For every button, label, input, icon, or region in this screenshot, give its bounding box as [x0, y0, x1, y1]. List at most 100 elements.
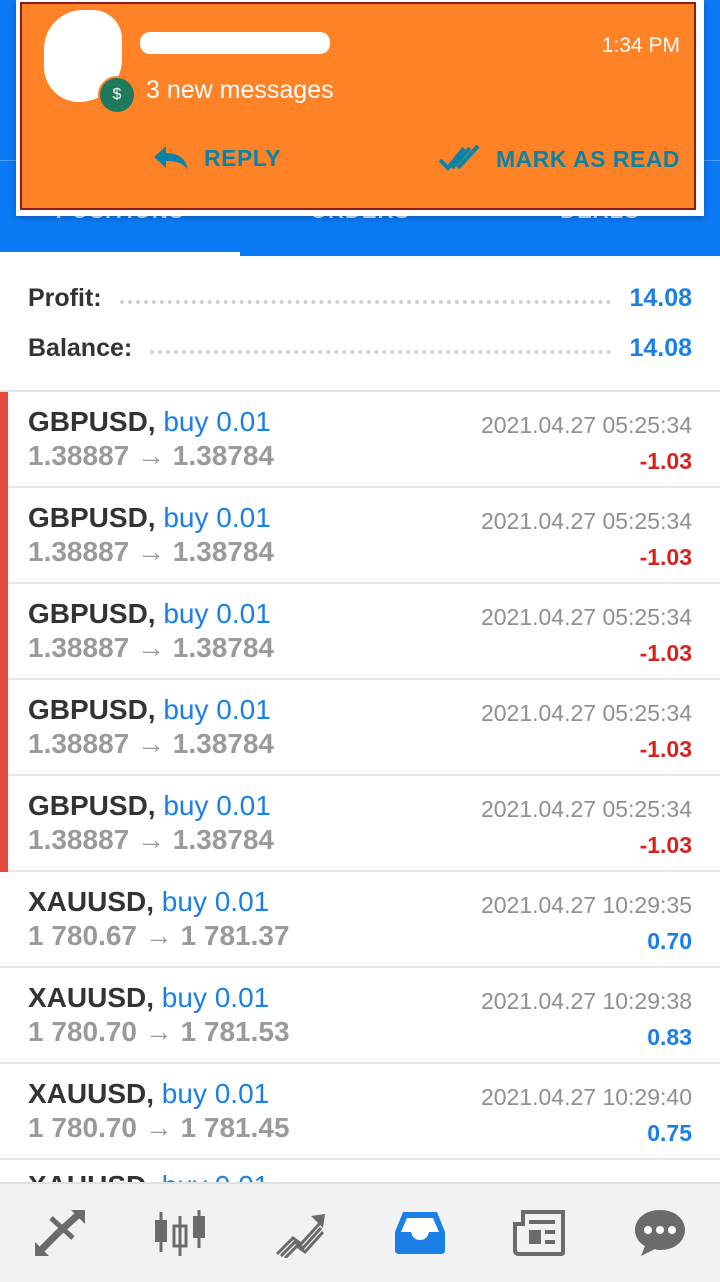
arrow-icon: →: [144, 1112, 173, 1143]
deal-side-volume: buy 0.01: [163, 502, 271, 533]
deal-profit: -1.03: [639, 448, 692, 474]
arrow-icon: →: [137, 440, 165, 471]
nav-news[interactable]: [480, 1184, 600, 1282]
deal-row[interactable]: GBPUSD, buy 0.01 1.38887 → 1.38784 2021.04…: [0, 776, 720, 872]
deal-side-volume: buy 0.01: [161, 982, 270, 1013]
deal-prices: 1.38887 → 1.38784: [28, 632, 274, 664]
deal-profit: -1.03: [639, 640, 692, 666]
quotes-icon: [35, 1210, 85, 1256]
close-price: 1 781.37: [180, 920, 290, 951]
close-price: 1 781.53: [180, 1016, 290, 1047]
deal-symbol: GBPUSD, buy 0.01: [28, 502, 271, 534]
loss-marker: [0, 584, 8, 680]
reply-button[interactable]: REPLY: [152, 144, 281, 172]
symbol-name: GBPUSD,: [28, 502, 156, 533]
notification-popup[interactable]: $ 1:34 PM 3 new messages REPLY MARK AS R…: [16, 0, 704, 216]
deals-list: GBPUSD, buy 0.01 1.38887 → 1.38784 2021.04…: [0, 392, 720, 1190]
deal-time: 2021.04.27 10:29:35: [480, 892, 692, 918]
balance-value: 14.08: [629, 333, 692, 362]
symbol-name: GBPUSD,: [28, 790, 156, 821]
deal-symbol: GBPUSD, buy 0.01: [28, 406, 271, 438]
nav-chart[interactable]: [120, 1184, 240, 1282]
loss-marker: [0, 776, 8, 872]
symbol-name: GBPUSD,: [28, 598, 156, 629]
deal-row[interactable]: GBPUSD, buy 0.01 1.38887 → 1.38784 2021.04…: [0, 392, 720, 488]
symbol-name: XAUUSD,: [28, 982, 155, 1013]
deal-time: 2021.04.27 10:29:40: [480, 1084, 692, 1110]
open-price: 1.38887: [28, 632, 130, 663]
deal-row[interactable]: GBPUSD, buy 0.01 1.38887 → 1.38784 2021.04…: [0, 680, 720, 776]
deal-prices: 1 780.70 → 1 781.45: [28, 1112, 290, 1144]
deal-row[interactable]: XAUUSD, buy 0.01 1 780.70 → 1 781.53 2021.…: [0, 968, 720, 1064]
arrow-icon: →: [137, 824, 165, 855]
open-price: 1.38887: [28, 440, 130, 471]
nav-messages[interactable]: [600, 1184, 720, 1282]
notification-body[interactable]: $ 1:34 PM 3 new messages REPLY MARK AS R…: [20, 2, 696, 210]
close-price: 1.38784: [172, 536, 274, 567]
deal-row[interactable]: GBPUSD, buy 0.01 1.38887 → 1.38784 2021.04…: [0, 488, 720, 584]
arrow-icon: →: [137, 728, 165, 759]
deal-time: 2021.04.27 05:25:34: [480, 796, 692, 822]
sender-name-redacted: [140, 32, 330, 54]
double-check-icon: [438, 144, 480, 171]
profit-row: Profit: 14.08: [28, 278, 692, 318]
deal-side-volume: buy 0.01: [163, 598, 271, 629]
dotted-leader: [150, 348, 612, 354]
balance-label: Balance:: [28, 333, 133, 362]
open-price: 1 780.70: [28, 1016, 137, 1047]
notification-time: 1:34 PM: [601, 34, 680, 57]
deal-profit: 0.75: [647, 1120, 692, 1146]
bottom-navigation: [0, 1182, 720, 1282]
history-icon: [395, 1212, 445, 1254]
messages-icon: [635, 1210, 685, 1256]
deal-row[interactable]: GBPUSD, buy 0.01 1.38887 → 1.38784 2021.04…: [0, 584, 720, 680]
deal-side-volume: buy 0.01: [161, 1078, 270, 1109]
deal-row[interactable]: XAUUSD, buy 0.01 1 780.67 → 1 781.37 2021.…: [0, 872, 720, 968]
deal-profit: -1.03: [639, 544, 692, 570]
close-price: 1.38784: [172, 824, 274, 855]
open-price: 1.38887: [28, 536, 130, 567]
deal-side-volume: buy 0.01: [163, 694, 271, 725]
mark-as-read-button[interactable]: MARK AS READ: [438, 144, 680, 174]
news-icon: [513, 1210, 565, 1256]
mark-as-read-label: MARK AS READ: [496, 145, 681, 172]
deal-symbol: XAUUSD, buy 0.01: [28, 886, 269, 918]
deal-profit: -1.03: [639, 832, 692, 858]
profit-value: 14.08: [629, 283, 692, 312]
arrow-icon: →: [137, 632, 165, 663]
deal-time: 2021.04.27 05:25:34: [480, 508, 692, 534]
deal-prices: 1.38887 → 1.38784: [28, 536, 274, 568]
deal-row[interactable]: XAUUSD, buy 0.01 1 780.70 → 1 781.45 2021.…: [0, 1064, 720, 1160]
deal-time: 2021.04.27 05:25:34: [480, 412, 692, 438]
nav-trade[interactable]: [240, 1184, 360, 1282]
deal-profit: 0.70: [647, 928, 692, 954]
deal-symbol: GBPUSD, buy 0.01: [28, 790, 271, 822]
close-price: 1 781.45: [180, 1112, 290, 1143]
nav-history[interactable]: [360, 1184, 480, 1282]
symbol-name: XAUUSD,: [28, 886, 155, 917]
dotted-leader: [119, 298, 612, 304]
open-price: 1.38887: [28, 728, 130, 759]
deal-prices: 1.38887 → 1.38784: [28, 440, 274, 472]
deal-symbol: XAUUSD, buy 0.01: [28, 1078, 269, 1110]
account-summary: Profit: 14.08 Balance: 14.08: [0, 256, 720, 390]
close-price: 1.38784: [172, 632, 274, 663]
loss-marker: [0, 392, 8, 488]
deal-side-volume: buy 0.01: [163, 790, 271, 821]
reply-label: REPLY: [204, 144, 282, 171]
deal-profit: -1.03: [639, 736, 692, 762]
open-price: 1 780.67: [28, 920, 137, 951]
nav-quotes[interactable]: [0, 1184, 120, 1282]
deal-symbol: XAUUSD, buy 0.01: [28, 982, 269, 1014]
balance-row: Balance: 14.08: [28, 328, 692, 368]
app-badge-icon: $: [98, 76, 136, 114]
reply-icon: [154, 146, 188, 170]
deal-symbol: GBPUSD, buy 0.01: [28, 598, 271, 630]
deal-prices: 1 780.70 → 1 781.53: [28, 1016, 290, 1048]
open-price: 1.38887: [28, 824, 130, 855]
deal-time: 2021.04.27 05:25:34: [480, 604, 692, 630]
arrow-icon: →: [137, 536, 165, 567]
notification-subtitle: 3 new messages: [146, 76, 334, 104]
chart-icon: [155, 1210, 205, 1256]
deal-prices: 1.38887 → 1.38784: [28, 824, 274, 856]
